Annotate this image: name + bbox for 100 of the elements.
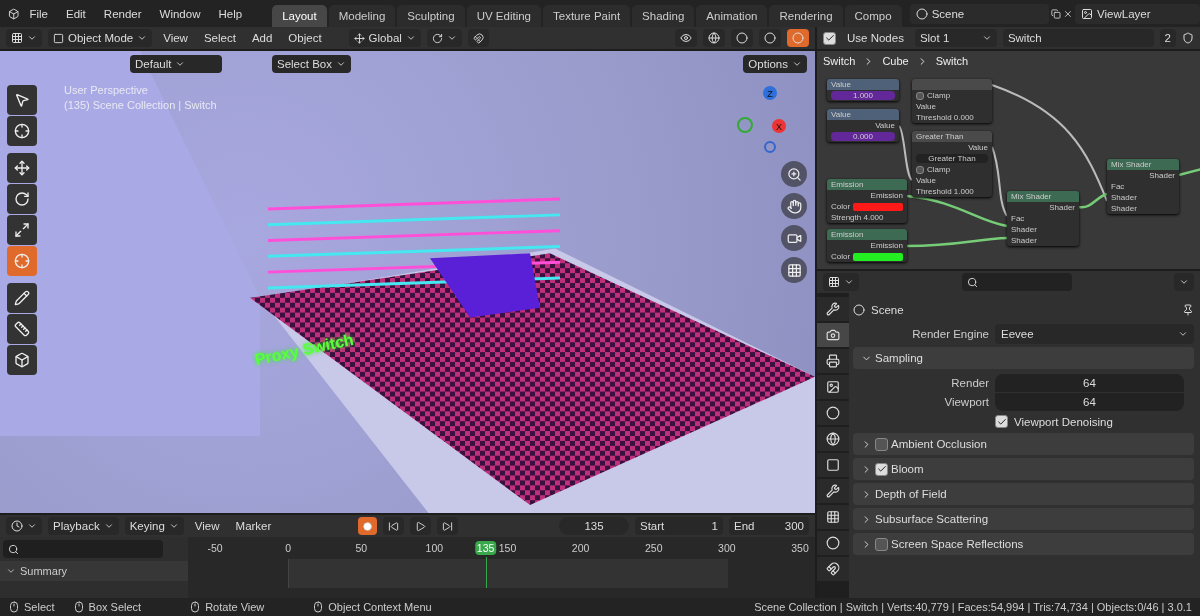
workspace-tab[interactable]: Texture Paint [543,5,631,27]
end-frame-field[interactable]: End 300 [729,517,809,535]
world-tab[interactable] [817,427,849,451]
workspace-tab[interactable]: Sculpting [397,5,465,27]
node-checkbox[interactable] [916,165,924,174]
shader-node[interactable]: Clamp Value Threshold 0.000 [912,79,992,123]
workspace-tab[interactable]: Compo [844,5,902,27]
shading-mode-button[interactable] [703,29,725,47]
checkbox[interactable] [823,31,836,45]
axis-gizmo-drawing[interactable]: Z X [737,83,797,153]
node-value-field[interactable]: 1.000 [831,91,895,100]
number-field[interactable]: 64 [995,393,1184,411]
view-layer-tab[interactable] [817,375,849,399]
shader-node[interactable]: Emission Emission Color [827,229,907,262]
checkbox[interactable] [875,462,888,476]
start-frame-field[interactable]: Start 1 [635,517,723,535]
workspace-tab[interactable]: Rendering [769,5,843,27]
workspace-tab[interactable]: UV Editing [466,5,541,27]
shading-mode-button[interactable] [759,29,781,47]
panel-header[interactable]: Sampling [853,347,1194,369]
breadcrumb[interactable]: Switch [823,55,856,67]
rotate-tool-button[interactable] [7,184,37,214]
checkbox[interactable] [995,415,1008,428]
jump-end-button[interactable] [437,517,459,535]
menu-item[interactable]: Edit [58,7,94,20]
pivot-dropdown[interactable]: Default [130,55,222,73]
add-cube-tool-button[interactable] [7,345,37,375]
playback-dropdown[interactable]: Playback [48,517,119,535]
menu-item[interactable]: Select [198,32,241,44]
view-layer-selector[interactable]: ViewLayer [1075,3,1200,24]
menu-item[interactable]: Help [210,7,251,20]
search-field[interactable] [961,273,1072,291]
current-frame-field[interactable]: 135 [559,517,629,535]
cursor-tool-button[interactable] [7,116,37,146]
modifier-tab[interactable] [817,479,849,503]
breadcrumb[interactable]: Cube [882,55,909,67]
annotate-tool-button[interactable] [7,283,37,313]
menu-item[interactable]: Render [95,7,150,20]
select-mode-dropdown[interactable]: Select Box [272,55,351,73]
shader-node[interactable]: Mix Shader Shader Fac Shader Shader [1107,159,1179,214]
workspace-tab[interactable]: Layout [272,5,327,27]
shader-node[interactable]: Greater Than Value Greater Than Clamp Value Threshold 1.000 [912,131,992,197]
shader-node[interactable]: Mix Shader Shader Fac Shader Shader [1007,191,1079,246]
shader-node[interactable]: Value 1.000 [827,79,899,101]
panel-header[interactable]: Screen Space Reflections [853,533,1194,555]
visibility-button[interactable] [675,29,697,47]
orientation-dropdown[interactable]: Global [348,29,421,47]
render-tab[interactable] [817,323,849,347]
shading-mode-button[interactable] [731,29,753,47]
search-field[interactable] [3,540,163,558]
measure-tool-button[interactable] [7,314,37,344]
menu-item[interactable]: Marker [230,520,277,532]
panel-header[interactable]: Ambient Occlusion [853,433,1194,455]
mode-dropdown[interactable]: Object Mode [48,29,153,47]
select-tool-button[interactable] [7,85,37,115]
slot-dropdown[interactable]: Slot 1 [914,29,997,47]
menu-item[interactable]: Object [283,32,327,44]
node-value-field[interactable]: 0.000 [831,132,895,141]
node-checkbox[interactable] [916,91,924,100]
shader-node[interactable]: Value Value 0.000 [827,109,899,142]
zoom-button[interactable] [781,161,807,187]
scale-tool-button[interactable] [7,215,37,245]
number-field[interactable]: 64 [995,374,1184,392]
tool-tab[interactable] [817,297,849,321]
workspace-tab[interactable]: Animation [696,5,768,27]
snap-button[interactable] [467,29,489,47]
options-dropdown[interactable]: Options [743,55,807,73]
pan-button[interactable] [781,193,807,219]
render-engine-dropdown[interactable]: Eevee [995,324,1194,344]
checkbox[interactable] [875,437,888,451]
menu-item[interactable]: Add [246,32,278,44]
camera-button[interactable] [781,225,807,251]
pivot-button[interactable] [426,29,462,47]
constraints-tab[interactable] [817,557,849,581]
output-tab[interactable] [817,349,849,373]
menu-item[interactable]: Window [151,7,209,20]
shading-mode-button[interactable] [787,29,809,47]
menu-item[interactable]: View [158,32,193,44]
material-field[interactable]: Switch [1002,29,1154,47]
record-button[interactable] [358,517,378,535]
node-dropdown[interactable]: Greater Than [916,154,988,163]
channel-row[interactable]: Summary [0,561,188,581]
keying-dropdown[interactable]: Keying [124,517,184,535]
editor-type-button[interactable] [6,29,42,47]
editor-type-button[interactable] [6,517,42,535]
workspace-tab[interactable]: Modeling [328,5,396,27]
panel-header[interactable]: Subsurface Scattering [853,508,1194,530]
object-tab[interactable] [817,453,849,477]
jump-start-button[interactable] [383,517,405,535]
shader-node[interactable]: Emission Emission Color Strength 4.000 [827,179,907,223]
scene-selector[interactable]: Scene [909,3,1050,24]
user-count[interactable]: 2 [1159,29,1176,47]
editor-type-button[interactable] [823,273,859,291]
play-button[interactable] [410,517,432,535]
scene-tab[interactable] [817,401,849,425]
panel-header[interactable]: Depth of Field [853,483,1194,505]
workspace-tab[interactable]: Shading [632,5,695,27]
menu-item[interactable]: View [189,520,225,532]
checkbox[interactable] [875,537,888,551]
menu-item[interactable]: File [21,7,56,20]
